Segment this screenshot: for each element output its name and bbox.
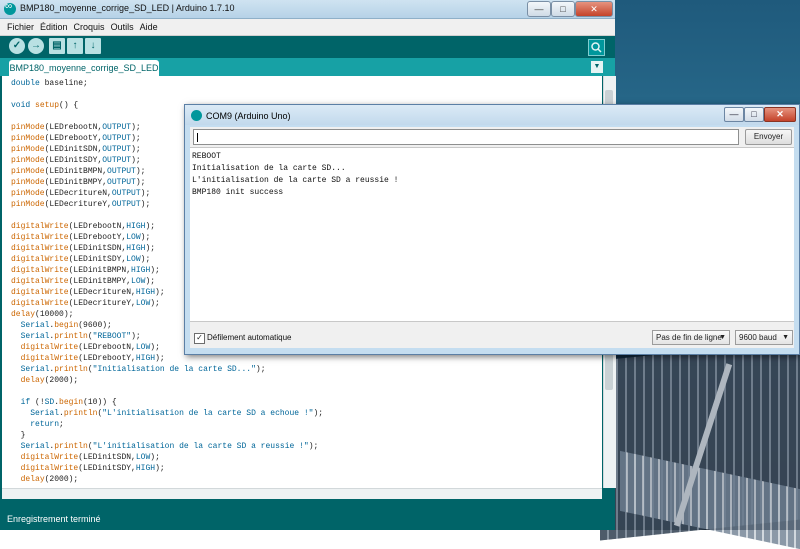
serial-output[interactable]: REBOOT Initialisation de la carte SD... … bbox=[190, 147, 794, 322]
text-caret bbox=[197, 133, 198, 142]
arduino-app-icon bbox=[4, 1, 16, 15]
code-line: delay(2000); bbox=[20, 376, 79, 385]
ide-minimize-button[interactable]: — bbox=[527, 1, 551, 17]
open-icon[interactable]: ↑ bbox=[67, 38, 83, 54]
tab-menu-chevron-down-icon[interactable]: ▼ bbox=[591, 61, 603, 73]
line-ending-value: Pas de fin de ligne bbox=[656, 333, 722, 342]
output-line: Initialisation de la carte SD... bbox=[192, 164, 346, 173]
output-line: REBOOT bbox=[192, 152, 221, 161]
serial-titlebar[interactable]: COM9 (Arduino Uno) — □ ✕ bbox=[185, 105, 799, 125]
code-line: delay(2000); bbox=[20, 475, 79, 484]
serial-send-input[interactable] bbox=[193, 129, 739, 145]
send-button[interactable]: Envoyer bbox=[745, 129, 792, 145]
serial-body: Envoyer REBOOT Initialisation de la cart… bbox=[190, 127, 794, 348]
arduino-app-icon bbox=[191, 110, 202, 121]
serial-close-button[interactable]: ✕ bbox=[764, 107, 796, 122]
output-line: BMP180 init success bbox=[192, 188, 284, 197]
save-icon[interactable]: ↓ bbox=[85, 38, 101, 54]
ide-maximize-button[interactable]: □ bbox=[551, 1, 575, 17]
menu-outils[interactable]: Outils bbox=[108, 19, 137, 35]
code-line: digitalWrite(LEDinitSDN,LOW); bbox=[20, 453, 160, 462]
line-ending-select[interactable]: Pas de fin de ligne ▼ bbox=[652, 330, 730, 345]
menu-croquis[interactable]: Croquis bbox=[71, 19, 108, 35]
serial-monitor-icon[interactable] bbox=[588, 39, 605, 56]
serial-maximize-button[interactable]: □ bbox=[744, 107, 764, 122]
code-line: return; bbox=[30, 420, 64, 429]
new-icon[interactable]: ▤ bbox=[49, 38, 65, 54]
autoscroll-checkbox[interactable]: ✓ bbox=[194, 333, 205, 344]
ide-close-button[interactable]: ✕ bbox=[575, 1, 613, 17]
code-line: Serial.println("L'initialisation de la c… bbox=[20, 442, 319, 451]
status-message: Enregistrement terminé bbox=[7, 514, 101, 524]
ide-toolbar: ✓ → ▤ ↑ ↓ bbox=[0, 36, 615, 58]
code-line: if (!SD.begin(10)) { bbox=[20, 398, 117, 407]
code-line: double baseline; bbox=[11, 79, 88, 88]
tab-sketch[interactable]: BMP180_moyenne_corrige_SD_LED bbox=[9, 60, 159, 76]
autoscroll-label: Défilement automatique bbox=[207, 333, 292, 342]
menu-aide[interactable]: Aide bbox=[137, 19, 161, 35]
chevron-down-icon: ▼ bbox=[719, 334, 726, 341]
ide-titlebar[interactable]: BMP180_moyenne_corrige_SD_LED | Arduino … bbox=[0, 0, 615, 19]
menu-edition[interactable]: Édition bbox=[37, 19, 71, 35]
serial-window-title: COM9 (Arduino Uno) bbox=[206, 111, 291, 121]
output-line: L'initialisation de la carte SD a reussi… bbox=[192, 176, 399, 185]
ide-menubar: Fichier Édition Croquis Outils Aide bbox=[0, 19, 615, 36]
menu-fichier[interactable]: Fichier bbox=[4, 19, 37, 35]
baud-rate-select[interactable]: 9600 baud ▼ bbox=[735, 330, 793, 345]
code-line: } bbox=[11, 431, 26, 440]
editor-horizontal-scrollbar[interactable] bbox=[2, 488, 602, 499]
verify-icon[interactable]: ✓ bbox=[9, 38, 25, 54]
code-line: Serial.println("Initialisation de la car… bbox=[20, 365, 266, 374]
serial-monitor-window: COM9 (Arduino Uno) — □ ✕ Envoyer REBOOT … bbox=[184, 104, 800, 355]
ide-tabbar: BMP180_moyenne_corrige_SD_LED bbox=[0, 58, 615, 76]
code-line: digitalWrite(LEDinitSDY,HIGH); bbox=[20, 464, 165, 473]
chevron-down-icon: ▼ bbox=[782, 334, 789, 341]
baud-rate-value: 9600 baud bbox=[739, 333, 777, 342]
serial-minimize-button[interactable]: — bbox=[724, 107, 744, 122]
upload-icon[interactable]: → bbox=[28, 38, 44, 54]
ide-window-title: BMP180_moyenne_corrige_SD_LED | Arduino … bbox=[20, 3, 235, 13]
ide-statusbar: Enregistrement terminé bbox=[0, 499, 615, 530]
code-line: Serial.println("L'initialisation de la c… bbox=[30, 409, 324, 418]
